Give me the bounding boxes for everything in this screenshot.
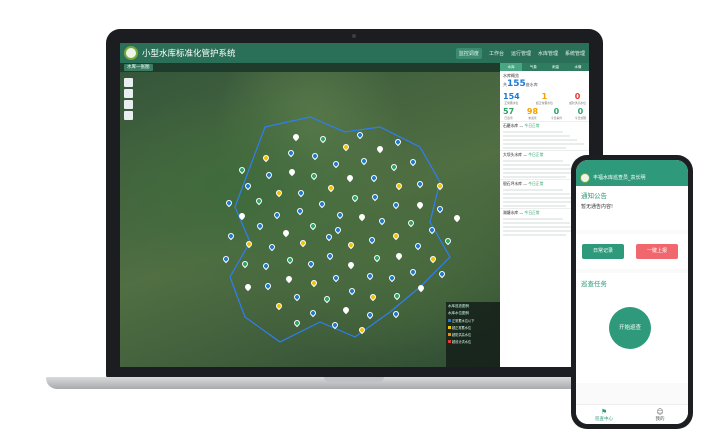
zoom-out-icon[interactable] [124, 100, 133, 109]
legend-row: 超防洪高水位 [448, 332, 498, 337]
county-boundary [229, 116, 451, 343]
phone-title: 丰福水库巡查员_袁长明 [593, 175, 646, 181]
stat-item[interactable]: 0 超防洪高水位 [569, 92, 586, 105]
legend-row: 正常蓄水位以下 [448, 318, 498, 323]
map-home-icon[interactable] [124, 78, 133, 87]
tab-reservoir-map[interactable]: 水库一张图 [124, 64, 153, 71]
phone: 丰福水库巡查员_袁长明 通知公告 暂无通告内容! 日常记录 一键上报 巡查任务 … [571, 155, 693, 429]
panel-tabs: 水库 气象 雨量 水情 [500, 63, 589, 71]
stat-item[interactable]: 0 今日处理 [575, 107, 586, 120]
legend-title-2: 水库水位图例 [448, 311, 469, 315]
top-nav: 监控调度 工作台 运行管理 水库管理 系统管理 [455, 43, 585, 63]
nav-monitor[interactable]: 监控调度 [455, 47, 482, 59]
laptop-screen: 小型水库标准化管护系统 监控调度 工作台 运行管理 水库管理 系统管理 水库一张… [120, 43, 589, 367]
stat-item[interactable]: 98 未巡查 [527, 107, 538, 120]
phone-logo-icon [580, 172, 590, 183]
nav-me[interactable]: ☺ 我的 [632, 405, 688, 424]
zoom-in-icon[interactable] [124, 89, 133, 98]
legend-title-1: 水库巡查图例 [448, 304, 469, 308]
notice-title: 通知公告 [581, 192, 607, 200]
app-title: 小型水库标准化管护系统 [142, 49, 236, 59]
phone-screen: 丰福水库巡查员_袁长明 通知公告 暂无通告内容! 日常记录 一键上报 巡查任务 … [576, 160, 688, 424]
notice-body: 暂无通告内容! [581, 204, 614, 210]
map-legend: 水库巡查图例 水库水位图例 正常蓄水位以下 超正常蓄水位 超防洪高水位 超设计洪… [446, 302, 500, 367]
map-tools [124, 78, 133, 120]
reservoir-map[interactable]: 水库巡查图例 水库水位图例 正常蓄水位以下 超正常蓄水位 超防洪高水位 超设计洪… [120, 72, 500, 367]
daily-record-button[interactable]: 日常记录 [582, 244, 624, 259]
phone-header: 丰福水库巡查员_袁长明 [576, 169, 688, 186]
stat-item[interactable]: 154 正常蓄水位 [503, 92, 520, 105]
user-icon: ☺ [656, 408, 664, 416]
action-buttons: 日常记录 一键上报 [576, 234, 688, 269]
patrol-stats: 57 已巡查 98 未巡查 0 今日事件 0 今日处理 [500, 106, 589, 121]
camera [352, 34, 356, 38]
level-stats: 154 正常蓄水位 1 超正常蓄水位 0 超防洪高水位 [500, 91, 589, 106]
start-patrol-button[interactable]: 开始巡查 [609, 307, 651, 349]
one-click-report-button[interactable]: 一键上报 [636, 244, 678, 259]
legend-row: 超设计洪水位 [448, 339, 498, 344]
reservoir-item[interactable]: 石磨水库 — 今日正常 [500, 121, 589, 150]
total-reservoirs: 共155座水库 [503, 79, 538, 89]
notice-card: 通知公告 暂无通告内容! [576, 186, 688, 230]
stat-item[interactable]: 0 今日事件 [551, 107, 562, 120]
nav-patrol-center[interactable]: ⚑ 巡查中心 [576, 405, 632, 424]
tab-bar: 水库一张图 [120, 63, 500, 72]
nav-operation[interactable]: 运行管理 [511, 50, 531, 57]
phone-status-bar [576, 160, 688, 169]
flag-icon: ⚑ [600, 408, 608, 416]
layer-icon[interactable] [124, 111, 133, 120]
app-header: 小型水库标准化管护系统 监控调度 工作台 运行管理 水库管理 系统管理 [120, 43, 589, 63]
task-title: 巡查任务 [581, 280, 607, 288]
stat-item[interactable]: 57 已巡查 [503, 107, 514, 120]
nav-reservoir[interactable]: 水库管理 [538, 50, 558, 57]
tab-rain[interactable]: 雨量 [545, 63, 567, 71]
phone-bottom-nav: ⚑ 巡查中心 ☺ 我的 [576, 404, 688, 424]
stat-item[interactable]: 1 超正常蓄水位 [536, 92, 553, 105]
nav-workbench[interactable]: 工作台 [489, 50, 504, 57]
task-card: 巡查任务 开始巡查 [576, 273, 688, 383]
app-logo-icon [124, 46, 138, 60]
tab-water[interactable]: 水情 [567, 63, 589, 71]
laptop: 小型水库标准化管护系统 监控调度 工作台 运行管理 水库管理 系统管理 水库一张… [106, 29, 603, 379]
tab-weather[interactable]: 气象 [522, 63, 544, 71]
nav-system[interactable]: 系统管理 [565, 50, 585, 57]
legend-row: 超正常蓄水位 [448, 325, 498, 330]
tab-reservoir[interactable]: 水库 [500, 63, 523, 71]
